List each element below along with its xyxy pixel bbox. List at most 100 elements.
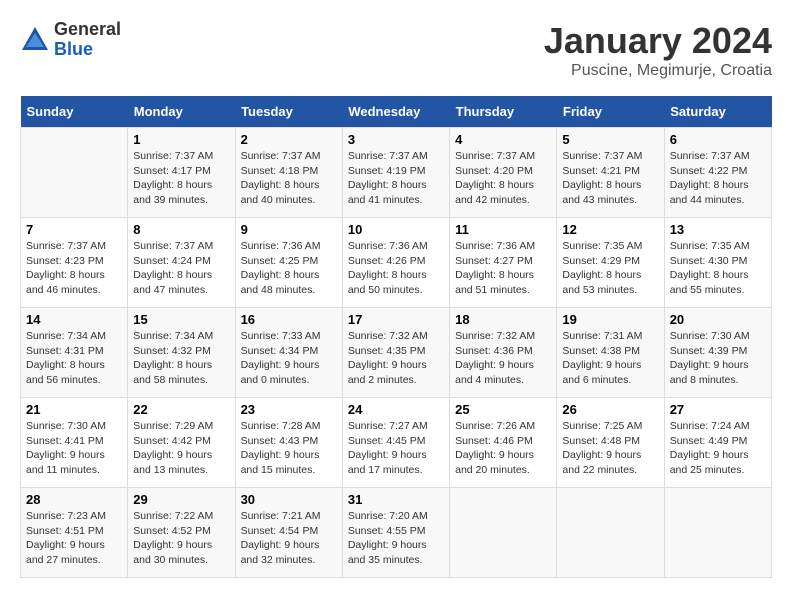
cell-content: Sunrise: 7:26 AM Sunset: 4:46 PM Dayligh… <box>455 419 551 478</box>
calendar-cell: 9 Sunrise: 7:36 AM Sunset: 4:25 PM Daylig… <box>235 218 342 308</box>
calendar-cell: 5 Sunrise: 7:37 AM Sunset: 4:21 PM Daylig… <box>557 128 664 218</box>
calendar-cell <box>450 488 557 578</box>
cell-content: Sunrise: 7:36 AM Sunset: 4:26 PM Dayligh… <box>348 239 444 298</box>
day-number: 21 <box>26 402 122 417</box>
day-number: 5 <box>562 132 658 147</box>
calendar-cell: 11 Sunrise: 7:36 AM Sunset: 4:27 PM Dayli… <box>450 218 557 308</box>
cell-content: Sunrise: 7:32 AM Sunset: 4:36 PM Dayligh… <box>455 329 551 388</box>
cell-content: Sunrise: 7:34 AM Sunset: 4:31 PM Dayligh… <box>26 329 122 388</box>
day-number: 6 <box>670 132 766 147</box>
day-number: 2 <box>241 132 337 147</box>
day-number: 1 <box>133 132 229 147</box>
day-number: 22 <box>133 402 229 417</box>
day-number: 16 <box>241 312 337 327</box>
calendar-cell: 8 Sunrise: 7:37 AM Sunset: 4:24 PM Daylig… <box>128 218 235 308</box>
cell-content: Sunrise: 7:35 AM Sunset: 4:30 PM Dayligh… <box>670 239 766 298</box>
cell-content: Sunrise: 7:20 AM Sunset: 4:55 PM Dayligh… <box>348 509 444 568</box>
calendar-header: SundayMondayTuesdayWednesdayThursdayFrid… <box>21 96 772 128</box>
calendar-cell: 27Sunrise: 7:24 AM Sunset: 4:49 PM Dayli… <box>664 398 771 488</box>
day-number: 30 <box>241 492 337 507</box>
cell-content: Sunrise: 7:25 AM Sunset: 4:48 PM Dayligh… <box>562 419 658 478</box>
calendar-cell: 26 Sunrise: 7:25 AM Sunset: 4:48 PM Dayli… <box>557 398 664 488</box>
cell-content: Sunrise: 7:22 AM Sunset: 4:52 PM Dayligh… <box>133 509 229 568</box>
cell-content: Sunrise: 7:33 AM Sunset: 4:34 PM Dayligh… <box>241 329 337 388</box>
day-number: 10 <box>348 222 444 237</box>
header-cell-wednesday: Wednesday <box>342 96 449 128</box>
logo-text: General Blue <box>54 20 121 60</box>
cell-content: Sunrise: 7:29 AM Sunset: 4:42 PM Dayligh… <box>133 419 229 478</box>
day-number: 14 <box>26 312 122 327</box>
day-number: 4 <box>455 132 551 147</box>
calendar-cell: 29 Sunrise: 7:22 AM Sunset: 4:52 PM Dayli… <box>128 488 235 578</box>
calendar-cell: 25 Sunrise: 7:26 AM Sunset: 4:46 PM Dayli… <box>450 398 557 488</box>
header-cell-sunday: Sunday <box>21 96 128 128</box>
cell-content: Sunrise: 7:37 AM Sunset: 4:21 PM Dayligh… <box>562 149 658 208</box>
calendar-cell: 7Sunrise: 7:37 AM Sunset: 4:23 PM Daylig… <box>21 218 128 308</box>
day-number: 9 <box>241 222 337 237</box>
cell-content: Sunrise: 7:24 AM Sunset: 4:49 PM Dayligh… <box>670 419 766 478</box>
day-number: 31 <box>348 492 444 507</box>
calendar-cell: 6 Sunrise: 7:37 AM Sunset: 4:22 PM Daylig… <box>664 128 771 218</box>
calendar-cell <box>664 488 771 578</box>
day-number: 25 <box>455 402 551 417</box>
day-number: 8 <box>133 222 229 237</box>
header-row: SundayMondayTuesdayWednesdayThursdayFrid… <box>21 96 772 128</box>
calendar-cell: 2Sunrise: 7:37 AM Sunset: 4:18 PM Daylig… <box>235 128 342 218</box>
cell-content: Sunrise: 7:21 AM Sunset: 4:54 PM Dayligh… <box>241 509 337 568</box>
cell-content: Sunrise: 7:36 AM Sunset: 4:25 PM Dayligh… <box>241 239 337 298</box>
calendar-cell: 1Sunrise: 7:37 AM Sunset: 4:17 PM Daylig… <box>128 128 235 218</box>
cell-content: Sunrise: 7:37 AM Sunset: 4:24 PM Dayligh… <box>133 239 229 298</box>
calendar-cell: 20Sunrise: 7:30 AM Sunset: 4:39 PM Dayli… <box>664 308 771 398</box>
calendar-cell: 4Sunrise: 7:37 AM Sunset: 4:20 PM Daylig… <box>450 128 557 218</box>
cell-content: Sunrise: 7:36 AM Sunset: 4:27 PM Dayligh… <box>455 239 551 298</box>
calendar-cell: 15Sunrise: 7:34 AM Sunset: 4:32 PM Dayli… <box>128 308 235 398</box>
calendar-cell: 30 Sunrise: 7:21 AM Sunset: 4:54 PM Dayli… <box>235 488 342 578</box>
calendar-cell: 28 Sunrise: 7:23 AM Sunset: 4:51 PM Dayli… <box>21 488 128 578</box>
cell-content: Sunrise: 7:28 AM Sunset: 4:43 PM Dayligh… <box>241 419 337 478</box>
logo: General Blue <box>20 20 121 60</box>
week-row-4: 21 Sunrise: 7:30 AM Sunset: 4:41 PM Dayli… <box>21 398 772 488</box>
location: Puscine, Megimurje, Croatia <box>544 62 772 80</box>
calendar-cell: 21 Sunrise: 7:30 AM Sunset: 4:41 PM Dayli… <box>21 398 128 488</box>
calendar-cell <box>21 128 128 218</box>
day-number: 18 <box>455 312 551 327</box>
calendar-cell: 17Sunrise: 7:32 AM Sunset: 4:35 PM Dayli… <box>342 308 449 398</box>
cell-content: Sunrise: 7:23 AM Sunset: 4:51 PM Dayligh… <box>26 509 122 568</box>
header-cell-saturday: Saturday <box>664 96 771 128</box>
day-number: 3 <box>348 132 444 147</box>
cell-content: Sunrise: 7:30 AM Sunset: 4:39 PM Dayligh… <box>670 329 766 388</box>
calendar-cell: 31 Sunrise: 7:20 AM Sunset: 4:55 PM Dayli… <box>342 488 449 578</box>
title-section: January 2024 Puscine, Megimurje, Croatia <box>544 20 772 80</box>
week-row-3: 14 Sunrise: 7:34 AM Sunset: 4:31 PM Dayli… <box>21 308 772 398</box>
day-number: 15 <box>133 312 229 327</box>
week-row-2: 7Sunrise: 7:37 AM Sunset: 4:23 PM Daylig… <box>21 218 772 308</box>
calendar-cell: 13Sunrise: 7:35 AM Sunset: 4:30 PM Dayli… <box>664 218 771 308</box>
week-row-5: 28 Sunrise: 7:23 AM Sunset: 4:51 PM Dayli… <box>21 488 772 578</box>
day-number: 17 <box>348 312 444 327</box>
day-number: 19 <box>562 312 658 327</box>
logo-general: General <box>54 20 121 40</box>
calendar-cell: 10 Sunrise: 7:36 AM Sunset: 4:26 PM Dayli… <box>342 218 449 308</box>
header-cell-friday: Friday <box>557 96 664 128</box>
day-number: 12 <box>562 222 658 237</box>
day-number: 26 <box>562 402 658 417</box>
header-cell-tuesday: Tuesday <box>235 96 342 128</box>
day-number: 11 <box>455 222 551 237</box>
day-number: 24 <box>348 402 444 417</box>
calendar-cell: 18 Sunrise: 7:32 AM Sunset: 4:36 PM Dayli… <box>450 308 557 398</box>
cell-content: Sunrise: 7:30 AM Sunset: 4:41 PM Dayligh… <box>26 419 122 478</box>
cell-content: Sunrise: 7:35 AM Sunset: 4:29 PM Dayligh… <box>562 239 658 298</box>
cell-content: Sunrise: 7:37 AM Sunset: 4:19 PM Dayligh… <box>348 149 444 208</box>
month-title: January 2024 <box>544 20 772 62</box>
calendar-body: 1Sunrise: 7:37 AM Sunset: 4:17 PM Daylig… <box>21 128 772 578</box>
cell-content: Sunrise: 7:27 AM Sunset: 4:45 PM Dayligh… <box>348 419 444 478</box>
calendar-cell: 3 Sunrise: 7:37 AM Sunset: 4:19 PM Daylig… <box>342 128 449 218</box>
calendar-cell: 16 Sunrise: 7:33 AM Sunset: 4:34 PM Dayli… <box>235 308 342 398</box>
logo-icon <box>20 25 50 55</box>
calendar-cell: 14 Sunrise: 7:34 AM Sunset: 4:31 PM Dayli… <box>21 308 128 398</box>
cell-content: Sunrise: 7:37 AM Sunset: 4:23 PM Dayligh… <box>26 239 122 298</box>
calendar-cell: 22 Sunrise: 7:29 AM Sunset: 4:42 PM Dayli… <box>128 398 235 488</box>
day-number: 29 <box>133 492 229 507</box>
day-number: 28 <box>26 492 122 507</box>
cell-content: Sunrise: 7:37 AM Sunset: 4:22 PM Dayligh… <box>670 149 766 208</box>
